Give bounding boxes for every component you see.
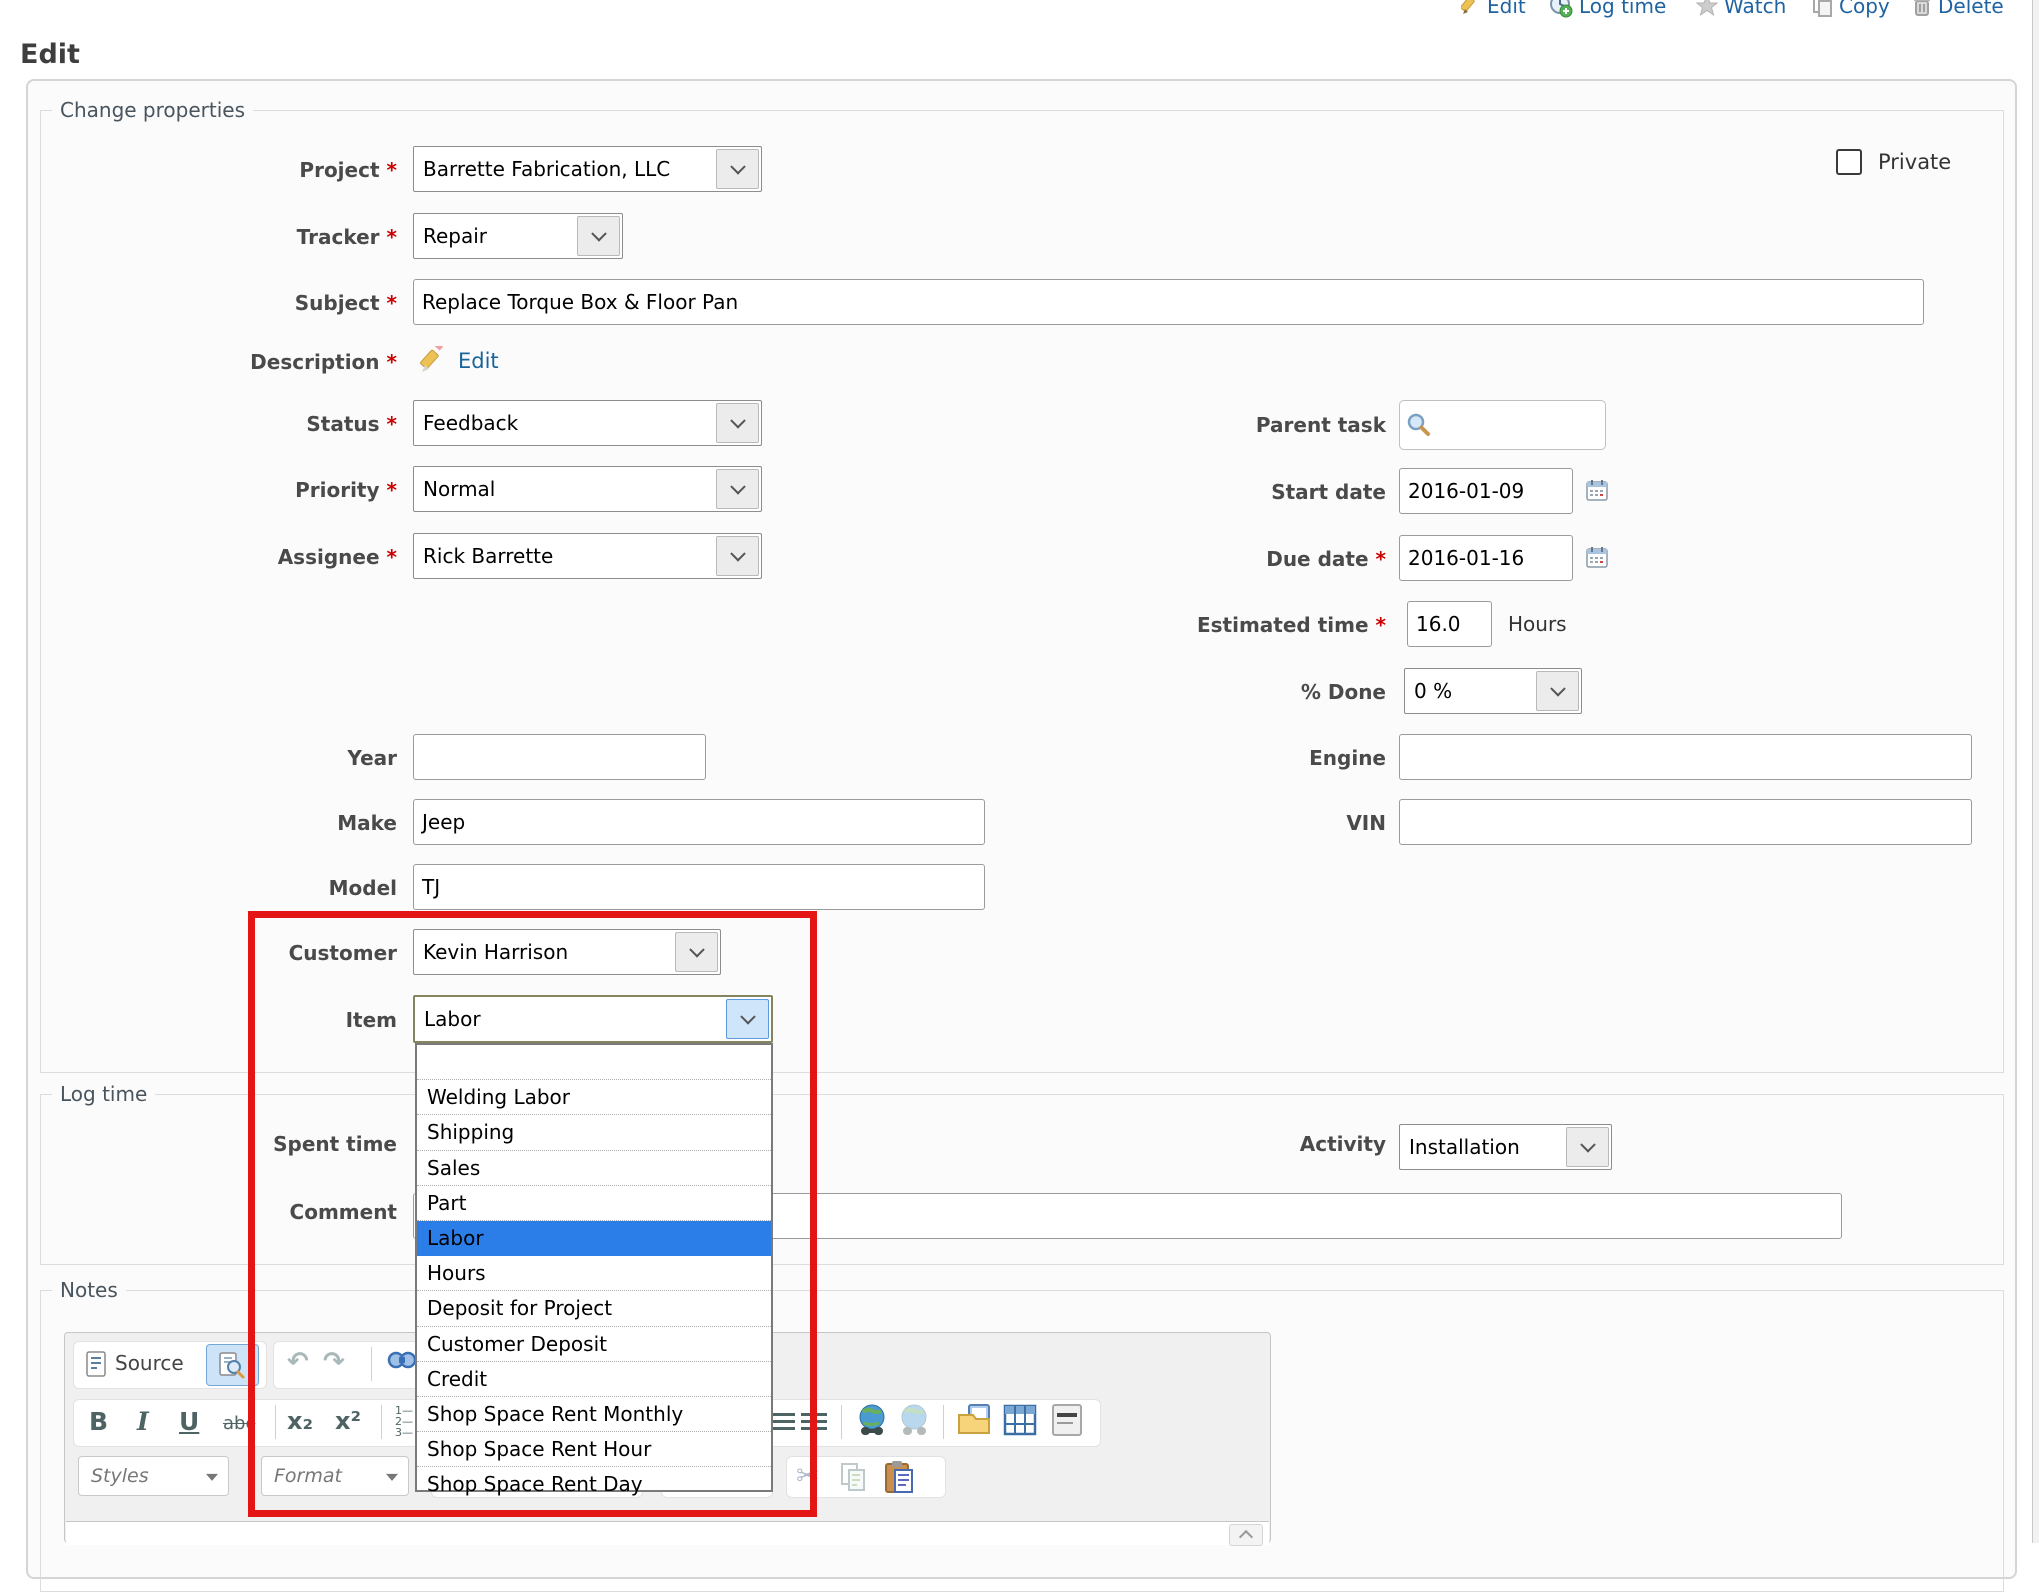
chevron-down-icon[interactable] bbox=[577, 216, 620, 256]
activity-label: Activity bbox=[1300, 1130, 1386, 1158]
clock-add-icon bbox=[1549, 0, 1573, 18]
copy-icon[interactable] bbox=[839, 1462, 869, 1492]
change-properties-legend: Change properties bbox=[52, 98, 253, 122]
chevron-down-icon[interactable] bbox=[716, 536, 759, 576]
subject-label: Subject* bbox=[295, 289, 397, 317]
private-label: Private bbox=[1878, 150, 1951, 174]
search-icon bbox=[1406, 412, 1432, 438]
estimated-time-label: Estimated time* bbox=[1197, 611, 1386, 639]
styles-combo[interactable]: Styles bbox=[78, 1456, 229, 1496]
estimated-time-unit: Hours bbox=[1508, 612, 1567, 636]
toolbar-delete[interactable]: Delete bbox=[1912, 0, 2004, 21]
toolbar-log-time-label[interactable]: Log time bbox=[1579, 0, 1666, 18]
engine-input[interactable] bbox=[1399, 734, 1972, 780]
toolbar-log-time[interactable]: Log time bbox=[1549, 0, 1666, 21]
project-select[interactable]: Barrette Fabrication, LLC bbox=[413, 146, 762, 192]
pencil-icon bbox=[1461, 0, 1481, 17]
model-label: Model bbox=[329, 874, 397, 902]
tracker-label: Tracker* bbox=[297, 223, 397, 251]
link-icon[interactable] bbox=[855, 1403, 889, 1439]
status-label: Status* bbox=[306, 410, 397, 438]
toolbar-copy-label[interactable]: Copy bbox=[1839, 0, 1890, 18]
activity-select[interactable]: Installation bbox=[1399, 1124, 1612, 1170]
priority-label: Priority* bbox=[295, 476, 397, 504]
description-edit-link[interactable]: Edit bbox=[458, 349, 499, 373]
image-icon[interactable] bbox=[957, 1403, 993, 1437]
trash-icon bbox=[1912, 0, 1932, 17]
percent-done-select[interactable]: 0 % bbox=[1404, 668, 1582, 714]
assignee-label: Assignee* bbox=[278, 543, 397, 571]
make-input[interactable]: Jeep bbox=[413, 799, 985, 845]
parent-task-input[interactable] bbox=[1399, 400, 1606, 450]
chevron-down-icon[interactable] bbox=[1536, 671, 1579, 711]
chevron-down-icon[interactable] bbox=[1566, 1127, 1609, 1167]
make-label: Make bbox=[337, 809, 397, 837]
model-input[interactable]: TJ bbox=[413, 864, 985, 910]
underline-button[interactable]: U bbox=[179, 1407, 199, 1436]
notes-legend: Notes bbox=[52, 1278, 126, 1302]
toolbar-copy[interactable]: Copy bbox=[1811, 0, 1890, 21]
paste-icon[interactable] bbox=[883, 1460, 915, 1494]
source-icon bbox=[85, 1351, 107, 1377]
vin-label: VIN bbox=[1346, 809, 1386, 837]
estimated-time-input[interactable]: 16.0 bbox=[1407, 601, 1492, 647]
log-time-legend: Log time bbox=[52, 1082, 155, 1106]
project-label: Project* bbox=[299, 156, 397, 184]
page-title: Edit bbox=[20, 39, 80, 70]
description-label: Description* bbox=[250, 348, 397, 376]
due-date-label: Due date* bbox=[1266, 545, 1386, 573]
toolbar-edit[interactable]: Edit bbox=[1461, 0, 1526, 21]
star-icon bbox=[1696, 0, 1718, 17]
start-date-input[interactable]: 2016-01-09 bbox=[1399, 468, 1573, 514]
engine-label: Engine bbox=[1309, 744, 1386, 772]
toolbar-watch-label[interactable]: Watch bbox=[1724, 0, 1786, 18]
horizontal-rule-icon[interactable] bbox=[1051, 1403, 1083, 1437]
status-select[interactable]: Feedback bbox=[413, 400, 762, 446]
unlink-icon[interactable] bbox=[897, 1403, 931, 1439]
subject-input[interactable]: Replace Torque Box & Floor Pan bbox=[413, 279, 1924, 325]
bold-button[interactable]: B bbox=[89, 1407, 108, 1436]
year-label: Year bbox=[347, 744, 397, 772]
italic-button[interactable]: I bbox=[137, 1407, 149, 1436]
due-date-input[interactable]: 2016-01-16 bbox=[1399, 535, 1573, 581]
year-input[interactable] bbox=[413, 734, 706, 780]
chevron-down-icon bbox=[206, 1474, 218, 1481]
toolbar-watch[interactable]: Watch bbox=[1696, 0, 1786, 21]
calendar-icon[interactable] bbox=[1585, 545, 1609, 569]
vin-input[interactable] bbox=[1399, 799, 1972, 845]
chevron-down-icon[interactable] bbox=[716, 149, 759, 189]
table-icon[interactable] bbox=[1003, 1403, 1037, 1437]
toolbar-edit-label[interactable]: Edit bbox=[1487, 0, 1526, 18]
chevron-down-icon[interactable] bbox=[716, 403, 759, 443]
preview-icon bbox=[217, 1351, 245, 1379]
start-date-label: Start date bbox=[1271, 478, 1386, 506]
source-button[interactable]: Source bbox=[115, 1351, 184, 1375]
private-checkbox[interactable] bbox=[1836, 149, 1862, 175]
assignee-select[interactable]: Rick Barrette bbox=[413, 533, 762, 579]
percent-done-label: % Done bbox=[1301, 678, 1386, 706]
pencil-icon bbox=[419, 346, 449, 376]
chevron-down-icon[interactable] bbox=[716, 469, 759, 509]
parent-task-label: Parent task bbox=[1256, 411, 1386, 439]
copy-icon bbox=[1811, 0, 1833, 17]
priority-select[interactable]: Normal bbox=[413, 466, 762, 512]
calendar-icon[interactable] bbox=[1585, 478, 1609, 502]
red-highlight-box bbox=[248, 911, 817, 1517]
tracker-select[interactable]: Repair bbox=[413, 213, 623, 259]
page-scrollbar[interactable] bbox=[2032, 0, 2039, 1543]
toolbar-delete-label[interactable]: Delete bbox=[1938, 0, 2004, 18]
editor-content-area[interactable] bbox=[66, 1521, 1269, 1545]
